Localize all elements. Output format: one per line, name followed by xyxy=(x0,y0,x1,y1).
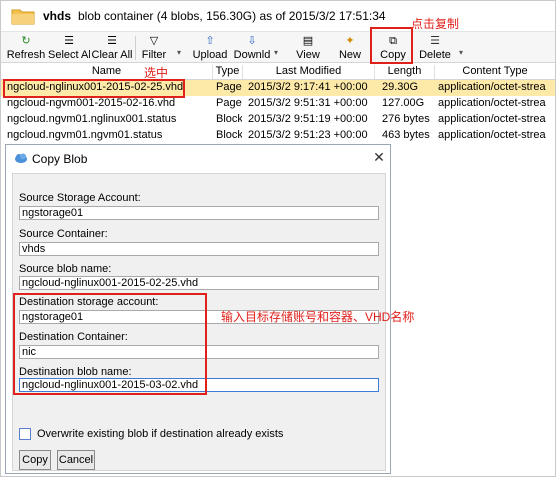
column-header-length[interactable]: Length xyxy=(375,65,435,79)
overwrite-checkbox[interactable] xyxy=(19,428,31,440)
clear-all-icon: ☰ xyxy=(107,35,117,47)
cell-type: Page xyxy=(216,97,242,109)
select-all-label: Select Al xyxy=(48,49,90,61)
cloud-icon xyxy=(15,153,27,163)
source-blob-field[interactable]: ngcloud-nglinux001-2015-02-25.vhd xyxy=(19,276,379,290)
cell-name: ngcloud-ngvm001-2015-02-16.vhd xyxy=(7,97,176,109)
source-blob-label: Source blob name: xyxy=(19,263,112,275)
table-row[interactable]: ngcloud.ngvm01.ngvm01.status Block 2015/… xyxy=(1,128,555,144)
source-account-label: Source Storage Account: xyxy=(19,192,141,204)
cell-length: 127.00G xyxy=(382,97,425,109)
clear-all-button[interactable]: ☰ Clear All xyxy=(91,32,133,63)
refresh-button[interactable]: ↻ Refresh xyxy=(5,32,47,63)
cell-last-modified: 2015/3/2 9:51:19 +00:00 xyxy=(248,113,368,125)
select-all-icon: ☰ xyxy=(64,35,74,47)
upload-icon: ⇧ xyxy=(205,35,215,47)
overwrite-label: Overwrite existing blob if destination a… xyxy=(37,428,284,440)
select-all-button[interactable]: ☰ Select Al xyxy=(48,32,90,63)
cell-length: 276 bytes xyxy=(382,113,430,125)
filter-icon: ▽ xyxy=(149,35,159,47)
cell-name: ngcloud.ngvm01.nglinux001.status xyxy=(7,113,177,125)
refresh-icon: ↻ xyxy=(21,35,31,47)
download-button[interactable]: ⇩ Downld xyxy=(231,32,273,63)
container-header: vhds blob container (4 blobs, 156.30G) a… xyxy=(1,1,555,31)
annotation-copy-highlight xyxy=(370,27,413,64)
source-account-field[interactable]: ngstorage01 xyxy=(19,206,379,220)
cell-length: 463 bytes xyxy=(382,129,430,141)
column-header-type[interactable]: Type xyxy=(213,65,243,79)
view-label: View xyxy=(296,49,320,61)
annotation-destination-note: 输入目标存储账号和容器、VHD名称 xyxy=(221,310,415,324)
column-header-content-type[interactable]: Content Type xyxy=(435,65,555,79)
column-header-name[interactable]: Name xyxy=(1,65,213,79)
annotation-destination-highlight xyxy=(13,293,207,395)
cell-last-modified: 2015/3/2 9:51:23 +00:00 xyxy=(248,129,368,141)
delete-dropdown-icon[interactable]: ▾ xyxy=(459,48,463,57)
cell-content-type: application/octet-strea xyxy=(438,81,546,93)
download-icon: ⇩ xyxy=(247,35,257,47)
toolbar-separator xyxy=(135,36,136,60)
view-button[interactable]: ▤ View xyxy=(289,32,327,63)
cell-last-modified: 2015/3/2 9:17:41 +00:00 xyxy=(248,81,368,93)
table-header: Name Type Last Modified Length Content T… xyxy=(1,64,555,80)
copy-confirm-button[interactable]: Copy xyxy=(19,450,51,470)
annotation-copy-note: 点击复制 xyxy=(411,17,460,31)
cell-name: ngcloud.ngvm01.ngvm01.status xyxy=(7,129,163,141)
clear-all-label: Clear All xyxy=(91,49,133,61)
new-label: New xyxy=(338,49,361,61)
app-window: vhds blob container (4 blobs, 156.30G) a… xyxy=(0,0,556,477)
filter-dropdown-icon[interactable]: ▾ xyxy=(177,48,181,57)
cell-content-type: application/octet-strea xyxy=(438,129,546,141)
folder-icon xyxy=(11,9,35,25)
cell-content-type: application/octet-strea xyxy=(438,97,546,109)
cancel-button[interactable]: Cancel xyxy=(57,450,95,470)
new-icon: ✦ xyxy=(345,35,355,47)
refresh-label: Refresh xyxy=(6,49,46,61)
cell-content-type: application/octet-strea xyxy=(438,113,546,125)
annotation-row-highlight xyxy=(3,79,185,98)
toolbar: ↻ Refresh ☰ Select Al ☰ Clear All ▽ Filt… xyxy=(1,31,555,63)
download-label: Downld xyxy=(233,49,271,61)
upload-button[interactable]: ⇧ Upload xyxy=(189,32,231,63)
upload-label: Upload xyxy=(192,49,228,61)
cell-type: Block xyxy=(216,129,242,141)
delete-label: Delete xyxy=(419,49,451,61)
container-name: vhds xyxy=(43,9,72,23)
table-row[interactable]: ngcloud-ngvm001-2015-02-16.vhd Page 2015… xyxy=(1,96,555,112)
source-container-field[interactable]: vhds xyxy=(19,242,379,256)
download-dropdown-icon[interactable]: ▾ xyxy=(274,48,278,57)
container-summary: blob container (4 blobs, 156.30G) as of … xyxy=(78,9,386,23)
dialog-title: Copy Blob xyxy=(32,152,88,166)
cell-length: 29.30G xyxy=(382,81,419,93)
cell-type: Block xyxy=(216,113,242,125)
filter-button[interactable]: ▽ Filter xyxy=(137,32,171,63)
table-row[interactable]: ngcloud.ngvm01.nglinux001.status Block 2… xyxy=(1,112,555,128)
dialog-titlebar[interactable]: Copy Blob ✕ xyxy=(6,145,390,171)
view-icon: ▤ xyxy=(302,35,314,47)
close-icon[interactable]: ✕ xyxy=(370,148,388,166)
new-button[interactable]: ✦ New xyxy=(331,32,369,63)
filter-label: Filter xyxy=(141,49,167,61)
delete-icon: ☰ xyxy=(430,35,440,47)
delete-button[interactable]: ☰ Delete xyxy=(415,32,455,63)
cell-last-modified: 2015/3/2 9:51:31 +00:00 xyxy=(248,97,368,109)
cell-type: Page xyxy=(216,81,242,93)
column-header-last-modified[interactable]: Last Modified xyxy=(243,65,375,79)
source-container-label: Source Container: xyxy=(19,228,108,240)
